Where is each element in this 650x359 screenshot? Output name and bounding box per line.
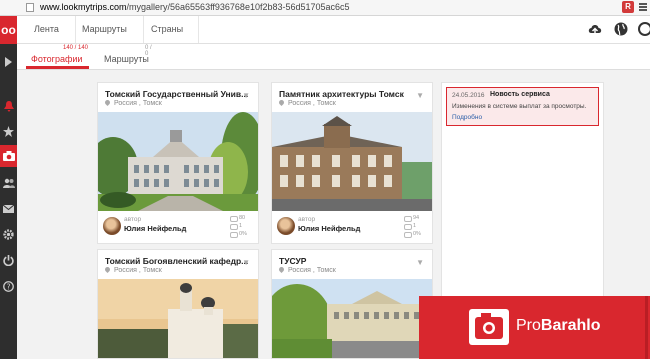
author-name[interactable]: Юлия Нейфельд [298,224,360,233]
avatar[interactable] [103,217,121,235]
comments-count[interactable]: 1 [404,222,426,230]
sidebar: oo ? [0,16,17,359]
mail-icon[interactable] [0,198,17,220]
star-icon[interactable] [0,120,17,142]
card-title[interactable]: Томский Государственный Унив... [105,89,248,99]
avatar[interactable] [277,217,295,235]
likes-count[interactable]: 80 [230,214,252,222]
promo-brand: ProBarahlo [516,317,600,335]
url-text[interactable]: www.lookmytrips.com/mygallery/56a65563ff… [40,2,350,12]
divider [198,16,199,43]
users-icon[interactable] [0,172,17,194]
photo-card[interactable]: Томский Государственный Унив... Россия ,… [97,82,259,244]
card-title[interactable]: Томский Богоявленский кафедр... [105,256,248,266]
promo-brand-a: Pro [516,317,541,334]
promo-badge[interactable]: ProBarahlo [419,296,650,359]
divider [75,16,76,43]
location-country: Россия [288,100,311,107]
chevron-down-icon[interactable]: ▼ [416,258,424,267]
location-city: Томск [316,100,336,107]
tab-routes-gallery[interactable]: 0 / 0 Маршруты [99,44,154,69]
comments-count[interactable]: 1 [230,222,252,230]
gear-icon[interactable] [0,223,17,245]
arrow-right-icon[interactable] [0,51,17,73]
top-nav: Лента Маршруты Страны [17,16,650,44]
progress-value: 0% [230,230,252,238]
photo-tusur[interactable] [272,279,432,358]
chevron-down-icon[interactable]: ▼ [242,91,250,100]
camera-icon [469,309,509,345]
extension-icon[interactable]: R [622,1,634,13]
help-icon[interactable]: ? [0,275,17,297]
progress-value: 0% [404,230,426,238]
photo-card[interactable]: ТУСУР Россия , Томск ▼ [271,249,433,359]
tab-feed[interactable]: Лента [34,24,59,34]
card-location: Россия , Томск [103,98,162,107]
globe-icon[interactable] [613,21,629,37]
location-city: Томск [142,100,162,107]
card-author: автор Юлия Нейфельд 94 1 0% [272,213,432,243]
likes-count[interactable]: 94 [404,214,426,222]
card-title[interactable]: Памятник архитектуры Томск [279,89,404,99]
card-author: автор Юлия Нейфельд 80 1 0% [98,213,258,243]
news-heading: Новость сервиса [490,91,550,98]
card-stats: 94 1 0% [404,214,426,238]
card-location: Россия , Томск [277,98,336,107]
card-title[interactable]: ТУСУР [279,256,306,266]
author-label: автор [124,216,142,223]
location-city: Томск [142,267,162,274]
location-city: Томск [316,267,336,274]
card-location: Россия , Томск [277,265,336,274]
logo[interactable]: oo [0,16,17,44]
author-name[interactable]: Юлия Нейфельд [124,224,186,233]
location-country: Россия [114,267,137,274]
page-icon [26,3,34,12]
author-label: автор [298,216,316,223]
promo-brand-b: Barahlo [540,317,601,334]
bell-icon[interactable] [0,96,17,116]
location-pin-icon [277,98,286,107]
photo-cathedral[interactable] [98,279,258,358]
address-bar[interactable]: www.lookmytrips.com/mygallery/56a65563ff… [0,0,650,16]
location-pin-icon [103,265,112,274]
upload-icon[interactable] [587,21,603,37]
tab-label: Маршруты [104,54,149,64]
browser-menu-icon[interactable] [639,3,647,12]
location-country: Россия [288,267,311,274]
tab-count: 140 / 140 [63,45,89,51]
location-pin-icon [277,265,286,274]
card-location: Россия , Томск [103,265,162,274]
chevron-down-icon[interactable]: ▼ [242,258,250,267]
news-more-link[interactable]: Подробно [452,114,482,121]
card-stats: 80 1 0% [230,214,252,238]
photo-architecture[interactable] [272,112,432,211]
tab-routes[interactable]: Маршруты [82,24,127,34]
location-pin-icon [103,98,112,107]
divider [143,16,144,43]
power-icon[interactable] [0,249,17,271]
gallery-tabs: 140 / 140 Фотографии 0 / 0 Маршруты [17,44,650,70]
svg-text:?: ? [6,282,10,291]
news-text: Изменения в системе выплат за просмотры. [452,103,587,110]
camera-icon[interactable] [0,145,17,167]
scrollbar[interactable] [645,296,648,359]
url-path: /mygallery/56a65563ff936768e10f2b83-56d5… [126,2,350,12]
tab-label: Фотографии [31,54,83,64]
photo-card[interactable]: Томский Богоявленский кафедр... Россия ,… [97,249,259,359]
url-host: www.lookmytrips.com [40,2,127,12]
photo-university[interactable] [98,112,258,211]
search-icon[interactable] [637,21,650,37]
location-country: Россия [114,100,137,107]
news-date: 24.05.2016 [452,92,485,99]
tab-countries[interactable]: Страны [151,24,183,34]
photo-card[interactable]: Памятник архитектуры Томск Россия , Томс… [271,82,433,244]
tab-photos[interactable]: 140 / 140 Фотографии [26,44,89,69]
chevron-down-icon[interactable]: ▼ [416,91,424,100]
news-item: 24.05.2016 Новость сервиса Изменения в с… [446,87,599,126]
